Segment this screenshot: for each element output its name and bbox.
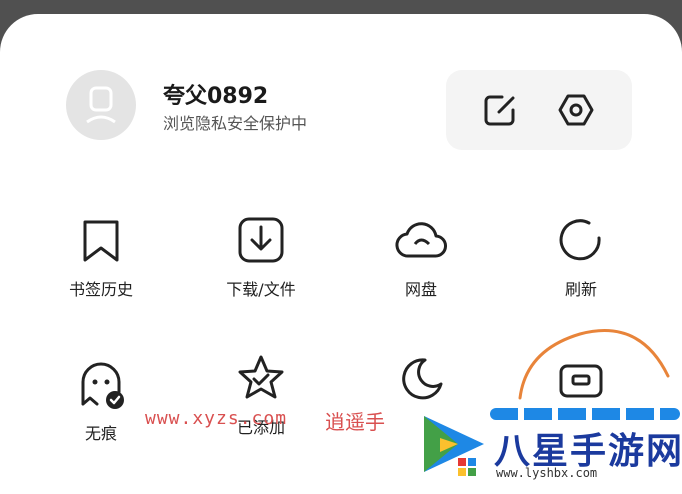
menu-item-label: 下载/文件 [226, 280, 296, 299]
menu-item-bookmarks[interactable]: 书签历史 [31, 214, 171, 300]
cloud-icon [395, 222, 447, 258]
menu-item-label: 刷新 [564, 280, 597, 299]
menu-item-refresh[interactable]: 刷新 [511, 214, 651, 300]
download-icon [238, 217, 284, 263]
logo-mark-icon [424, 416, 484, 476]
settings-icon [558, 94, 594, 126]
logo-banner [490, 408, 680, 420]
toolbox-icon [559, 364, 603, 398]
bookmark-icon [83, 220, 119, 262]
star-icon [238, 355, 284, 399]
menu-item-cloud-drive[interactable]: 网盘 [351, 214, 491, 300]
menu-item-downloads[interactable]: 下载/文件 [191, 214, 331, 300]
menu-item-label: 书签历史 [68, 280, 133, 299]
menu-item-incognito[interactable]: 无痕 [31, 358, 171, 444]
refresh-icon [559, 219, 601, 261]
ghost-icon [81, 362, 124, 409]
username[interactable]: 夸父0892 [163, 78, 268, 110]
header-tools [446, 70, 632, 150]
edit-button[interactable] [480, 90, 520, 130]
privacy-status-text: 浏览隐私安全保护中 [163, 114, 308, 133]
site-logo: 八星手游网 www.lyshbx.com [412, 404, 682, 484]
moon-icon [402, 358, 443, 400]
logo-url: www.lyshbx.com [496, 466, 598, 480]
avatar[interactable] [66, 70, 136, 140]
settings-button[interactable] [556, 90, 596, 130]
menu-item-label: 网盘 [404, 280, 437, 299]
watermark-url: www.xyzs.com [145, 408, 288, 429]
edit-icon [484, 95, 515, 126]
user-avatar-icon [86, 86, 116, 124]
watermark-text: 逍遥手 [325, 410, 385, 434]
